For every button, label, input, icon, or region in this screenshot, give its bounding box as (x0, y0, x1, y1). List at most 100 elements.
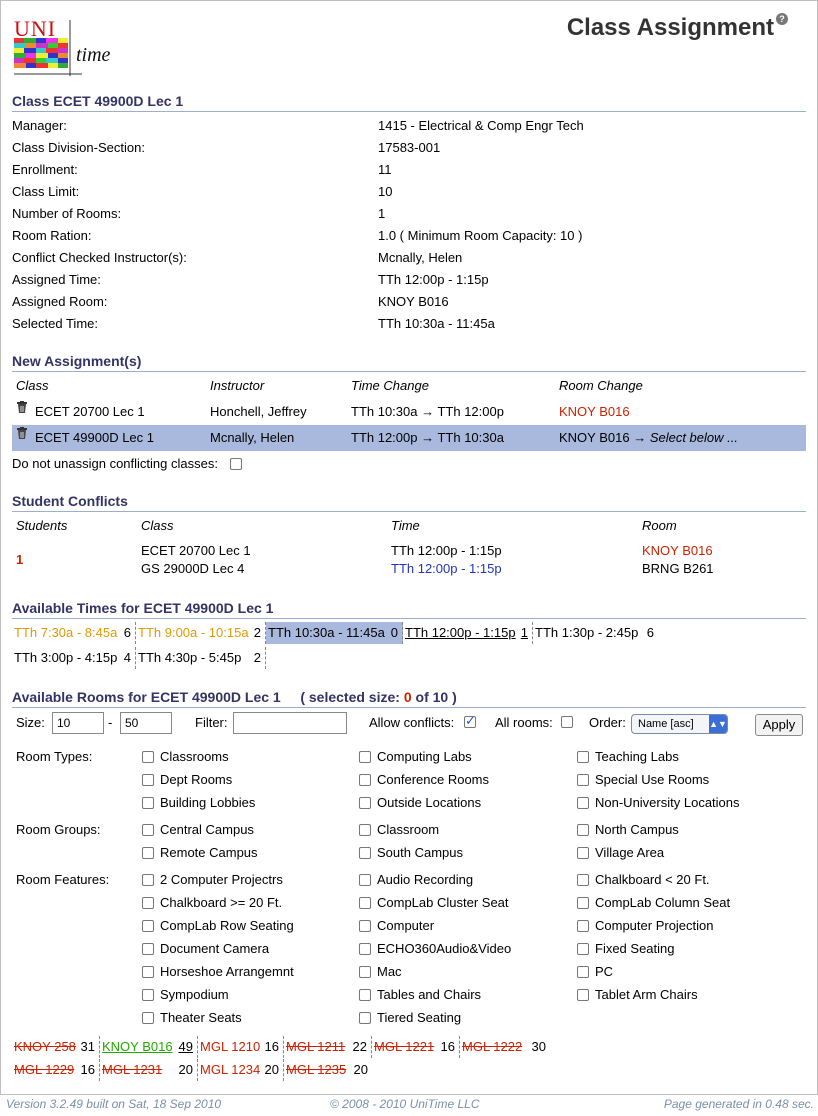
room-group-checkbox[interactable] (142, 847, 154, 859)
room-feature-checkbox[interactable] (359, 966, 371, 978)
room-option[interactable]: MGL 1229 16 (12, 1059, 100, 1081)
room-feature-checkbox[interactable] (359, 897, 371, 909)
size-min-input[interactable]: 10 (52, 712, 104, 734)
room-group-checkbox[interactable] (142, 824, 154, 836)
room-option[interactable]: MGL 1231 20 (100, 1059, 198, 1081)
room-type-checkbox[interactable] (142, 751, 154, 763)
room-feature-option-label[interactable]: Sympodium (160, 987, 229, 1002)
room-feature-checkbox[interactable] (142, 874, 154, 886)
assignment-class[interactable]: ECET 49900D Lec 1 (35, 430, 154, 445)
room-group-option-label[interactable]: Remote Campus (160, 845, 258, 860)
time-slot-assigned[interactable]: TTh 12:00p - 1:15p 1 (403, 622, 533, 644)
room-feature-checkbox[interactable] (142, 966, 154, 978)
room-option[interactable]: MGL 1221 16 (372, 1036, 460, 1058)
room-group-checkbox[interactable] (359, 847, 371, 859)
delete-icon[interactable] (17, 427, 27, 439)
room-feature-option-label[interactable]: Computer (377, 918, 434, 933)
room-feature-checkbox[interactable] (577, 943, 589, 955)
room-feature-checkbox[interactable] (577, 989, 589, 1001)
room-feature-checkbox[interactable] (577, 920, 589, 932)
room-type-checkbox[interactable] (577, 774, 589, 786)
room-group-option-label[interactable]: North Campus (595, 822, 679, 837)
room-feature-option-label[interactable]: Tables and Chairs (377, 987, 481, 1002)
room-feature-option-label[interactable]: Chalkboard >= 20 Ft. (160, 895, 282, 910)
room-feature-checkbox[interactable] (142, 1012, 154, 1024)
room-feature-option-label[interactable]: Horseshoe Arrangemnt (160, 964, 294, 979)
order-select[interactable]: Name [asc] ▲▼ (631, 714, 728, 734)
size-max-input[interactable]: 50 (120, 712, 172, 734)
unitime-logo[interactable]: UNI time (12, 16, 122, 78)
room-type-option-label[interactable]: Building Lobbies (160, 795, 255, 810)
room-type-option-label[interactable]: Computing Labs (377, 749, 472, 764)
room-type-checkbox[interactable] (577, 797, 589, 809)
room-type-checkbox[interactable] (359, 774, 371, 786)
room-feature-option-label[interactable]: Chalkboard < 20 Ft. (595, 872, 710, 887)
room-group-option-label[interactable]: Village Area (595, 845, 664, 860)
room-feature-checkbox[interactable] (359, 874, 371, 886)
room-type-option-label[interactable]: Outside Locations (377, 795, 481, 810)
room-option[interactable]: MGL 1210 16 (198, 1036, 284, 1058)
room-feature-option-label[interactable]: Mac (377, 964, 402, 979)
room-option[interactable]: MGL 1211 22 (284, 1036, 372, 1058)
apply-button[interactable]: Apply (755, 714, 803, 736)
room-type-checkbox[interactable] (142, 774, 154, 786)
time-slot-selected[interactable]: TTh 10:30a - 11:45a 0 (266, 622, 403, 644)
room-option[interactable]: KNOY B016 49 (100, 1036, 198, 1058)
room-group-option-label[interactable]: South Campus (377, 845, 463, 860)
room-type-checkbox[interactable] (359, 751, 371, 763)
room-feature-option-label[interactable]: Tiered Seating (377, 1010, 461, 1025)
room-group-option-label[interactable]: Central Campus (160, 822, 254, 837)
room-feature-option-label[interactable]: ECHO360Audio&Video (377, 941, 511, 956)
room-feature-checkbox[interactable] (359, 943, 371, 955)
room-feature-checkbox[interactable] (359, 1012, 371, 1024)
time-slot[interactable]: TTh 7:30a - 8:45a 6 (12, 622, 136, 644)
room-feature-checkbox[interactable] (142, 897, 154, 909)
room-group-checkbox[interactable] (577, 824, 589, 836)
room-feature-checkbox[interactable] (142, 920, 154, 932)
time-slot[interactable]: TTh 3:00p - 4:15p 4 (12, 647, 136, 669)
filter-input[interactable] (233, 712, 347, 734)
room-group-checkbox[interactable] (359, 824, 371, 836)
delete-icon[interactable] (17, 401, 27, 413)
room-feature-option-label[interactable]: Theater Seats (160, 1010, 242, 1025)
room-feature-checkbox[interactable] (359, 989, 371, 1001)
room-feature-option-label[interactable]: CompLab Row Seating (160, 918, 294, 933)
room-feature-option-label[interactable]: Tablet Arm Chairs (595, 987, 698, 1002)
room-type-option-label[interactable]: Conference Rooms (377, 772, 489, 787)
room-feature-option-label[interactable]: 2 Computer Projectrs (160, 872, 283, 887)
room-feature-checkbox[interactable] (359, 920, 371, 932)
room-type-checkbox[interactable] (142, 797, 154, 809)
room-type-option-label[interactable]: Special Use Rooms (595, 772, 709, 787)
room-type-checkbox[interactable] (577, 751, 589, 763)
room-option[interactable]: MGL 1234 20 (198, 1059, 284, 1081)
room-feature-option-label[interactable]: CompLab Cluster Seat (377, 895, 509, 910)
time-slot[interactable]: TTh 9:00a - 10:15a 2 (136, 622, 266, 644)
room-feature-option-label[interactable]: PC (595, 964, 613, 979)
room-type-option-label[interactable]: Dept Rooms (160, 772, 232, 787)
room-feature-checkbox[interactable] (577, 897, 589, 909)
room-type-option-label[interactable]: Non-University Locations (595, 795, 740, 810)
room-feature-option-label[interactable]: Computer Projection (595, 918, 714, 933)
room-group-option-label[interactable]: Classroom (377, 822, 439, 837)
time-slot[interactable]: TTh 1:30p - 2:45p 6 (533, 622, 658, 644)
room-group-checkbox[interactable] (577, 847, 589, 859)
room-feature-checkbox[interactable] (577, 966, 589, 978)
allow-conflicts-checkbox[interactable] (464, 713, 476, 729)
time-slot[interactable]: TTh 4:30p - 5:45p 2 (136, 647, 266, 669)
room-type-option-label[interactable]: Classrooms (160, 749, 229, 764)
room-option[interactable]: MGL 1222 30 (460, 1036, 550, 1058)
room-type-checkbox[interactable] (359, 797, 371, 809)
room-type-option-label[interactable]: Teaching Labs (595, 749, 679, 764)
room-option[interactable]: KNOY 258 31 (12, 1036, 100, 1058)
all-rooms-checkbox[interactable] (561, 716, 573, 728)
assignment-class[interactable]: ECET 20700 Lec 1 (35, 404, 145, 419)
room-feature-checkbox[interactable] (142, 943, 154, 955)
room-feature-option-label[interactable]: Audio Recording (377, 872, 473, 887)
room-feature-option-label[interactable]: Fixed Seating (595, 941, 675, 956)
room-feature-checkbox[interactable] (142, 989, 154, 1001)
help-icon[interactable]: ? (776, 13, 788, 25)
room-feature-checkbox[interactable] (577, 874, 589, 886)
room-option[interactable]: MGL 1235 20 (284, 1059, 372, 1081)
room-feature-option-label[interactable]: Document Camera (160, 941, 269, 956)
room-feature-option-label[interactable]: CompLab Column Seat (595, 895, 730, 910)
